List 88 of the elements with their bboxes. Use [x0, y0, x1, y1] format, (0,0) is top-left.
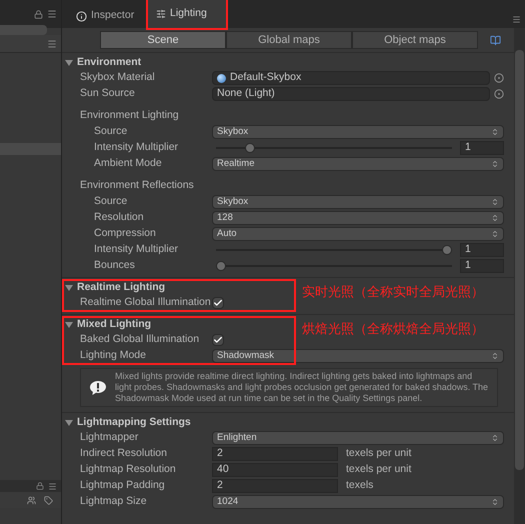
dropdown[interactable]: Auto [212, 227, 504, 241]
dropdown-arrow-icon [491, 498, 499, 506]
property-label: Source [93, 194, 128, 210]
group-label: Environment Reflections [79, 178, 194, 194]
property-label: Source [93, 124, 128, 140]
lock-icon[interactable] [34, 10, 43, 18]
dropdown[interactable]: Realtime [212, 157, 504, 171]
foldout-icon[interactable] [65, 321, 73, 329]
picker-icon[interactable] [494, 73, 504, 83]
annotation-text: 实时光照（全称实时全局光照） [302, 283, 484, 301]
dropdown[interactable]: Skybox [212, 195, 504, 209]
number-field[interactable]: 1 [460, 141, 504, 155]
alert-icon [89, 380, 107, 396]
property-label: Lightmap Resolution [79, 462, 177, 478]
dropdown[interactable]: 1024 [212, 495, 504, 509]
number-field[interactable]: 2 [212, 447, 338, 461]
property-label: Lightmapper [79, 430, 140, 446]
number-field[interactable]: 1 [460, 243, 504, 257]
scrollbar[interactable] [514, 28, 525, 524]
people-icon[interactable] [27, 496, 36, 504]
slider-track[interactable] [216, 245, 452, 255]
dropdown[interactable]: Shadowmask [212, 349, 504, 363]
property-label: Intensity Multiplier [93, 140, 180, 156]
property-label: Intensity Multiplier [93, 242, 180, 258]
property-label: Ambient Mode [93, 156, 163, 172]
dropdown-arrow-icon [491, 160, 499, 168]
info-icon [76, 10, 87, 22]
property-label: Indirect Resolution [79, 446, 168, 462]
help-book-icon[interactable] [490, 34, 501, 46]
check-icon [213, 335, 223, 345]
object-field[interactable]: Default-Skybox [212, 71, 490, 85]
foldout-icon[interactable] [65, 284, 73, 292]
slider-track[interactable] [216, 143, 452, 153]
property-label: Realtime Global Illumination [79, 295, 212, 310]
mode-tab[interactable]: Scene [100, 31, 226, 49]
sliders-icon [156, 9, 166, 19]
unit-label: texels [346, 478, 374, 494]
slider-thumb[interactable] [216, 261, 226, 271]
foldout-icon[interactable] [65, 419, 73, 427]
property-label: Lighting Mode [79, 348, 147, 364]
search-field[interactable] [0, 25, 47, 35]
number-field[interactable]: 1 [460, 259, 504, 273]
checkbox[interactable] [212, 297, 224, 309]
dropdown-arrow-icon [491, 128, 499, 136]
check-icon [213, 298, 223, 308]
dropdown-arrow-icon [491, 214, 499, 222]
property-label: Baked Global Illumination [79, 332, 200, 348]
section-header[interactable]: Environment [77, 55, 142, 71]
dropdown-arrow-icon [491, 352, 499, 360]
property-label: Bounces [93, 258, 136, 274]
mode-tab[interactable]: Object maps [352, 31, 478, 49]
object-field[interactable]: None (Light) [212, 87, 490, 101]
slider-thumb[interactable] [245, 143, 256, 153]
help-text: Mixed lights provide realtime direct lighting. Indirect lighting gets baked into lightmaps and light probes. Shadowmasks and light probes occlusion get generated for baked shadows. The Shadowmask Mode used at run time can be set in the Quality Settings panel. [115, 371, 489, 404]
dropdown[interactable]: Skybox [212, 125, 504, 139]
menu-icon[interactable] [47, 9, 57, 19]
checkbox[interactable] [212, 334, 224, 346]
section-header[interactable]: Mixed Lighting [77, 317, 152, 333]
property-label: Skybox Material [79, 70, 156, 86]
slider-track[interactable] [216, 261, 452, 271]
property-label: Lightmap Padding [79, 478, 166, 494]
section-header[interactable]: Realtime Lighting [77, 280, 166, 296]
dropdown[interactable]: 128 [212, 211, 504, 225]
group-label: Environment Lighting [79, 108, 179, 124]
property-label: Compression [93, 226, 157, 242]
annotation-text: 烘焙光照（全称烘焙全局光照） [302, 320, 484, 338]
picker-icon[interactable] [494, 89, 504, 99]
panel-tab[interactable]: Lighting [148, 0, 226, 28]
lock-icon[interactable] [36, 482, 44, 490]
unit-label: texels per unit [346, 446, 412, 462]
property-label: Sun Source [79, 86, 136, 102]
number-field[interactable]: 40 [212, 463, 338, 477]
property-label: Resolution [93, 210, 145, 226]
menu-icon[interactable] [47, 38, 57, 48]
menu-icon[interactable] [512, 15, 521, 24]
foldout-icon[interactable] [65, 59, 73, 67]
unit-label: texels per unit [346, 462, 412, 478]
dropdown[interactable]: Enlighten [212, 431, 504, 445]
dropdown-arrow-icon [491, 230, 499, 238]
section-header[interactable]: Lightmapping Settings [77, 415, 191, 431]
property-label: Lightmap Size [79, 494, 148, 510]
dropdown-arrow-icon [491, 434, 499, 442]
number-field[interactable]: 2 [212, 479, 338, 493]
dropdown-arrow-icon [491, 198, 499, 206]
menu-icon[interactable] [48, 482, 57, 490]
slider-thumb[interactable] [442, 245, 452, 255]
tag-icon[interactable] [44, 496, 53, 504]
mode-tab[interactable]: Global maps [226, 31, 352, 49]
